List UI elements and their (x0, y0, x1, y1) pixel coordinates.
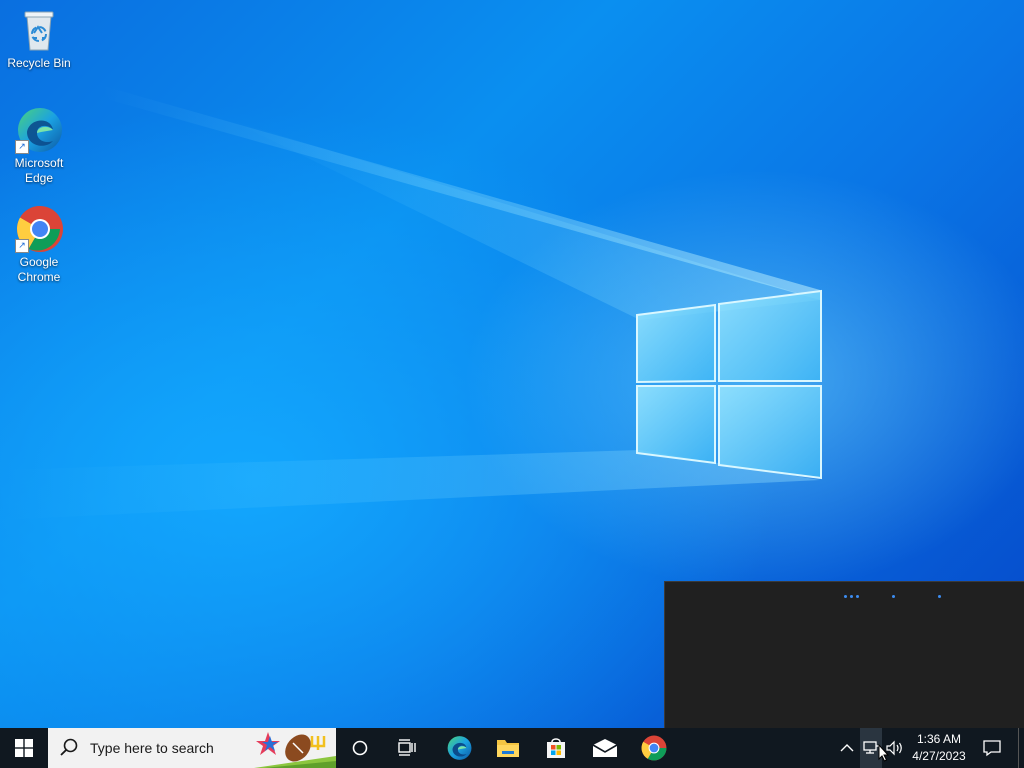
loading-dot (892, 595, 895, 598)
search-box[interactable]: Type here to search (48, 728, 336, 768)
chrome-icon: ↗ (15, 205, 63, 253)
circle-icon (352, 740, 368, 756)
desktop-icon-microsoft-edge[interactable]: ↗ Microsoft Edge (2, 106, 76, 186)
speaker-icon (886, 740, 902, 756)
show-hidden-icons-button[interactable] (836, 728, 858, 768)
shortcut-arrow-icon: ↗ (15, 140, 29, 154)
task-view-icon (398, 739, 416, 756)
recycle-bin-icon (15, 6, 63, 54)
edge-icon: ↗ (15, 106, 63, 154)
notification-flyout[interactable] (664, 581, 1024, 728)
loading-dot (938, 595, 941, 598)
search-placeholder: Type here to search (90, 740, 214, 756)
desktop-icon-label: Google Chrome (17, 255, 61, 284)
notification-icon (983, 740, 1001, 757)
clock-time: 1:36 AM (916, 732, 961, 746)
loading-dot (856, 595, 859, 598)
desktop[interactable]: Recycle Bin ↗ Microsoft Edge ↗ Google Ch… (0, 0, 1024, 728)
windows-logo-wallpaper (636, 289, 822, 480)
loading-dot (844, 595, 847, 598)
desktop-icon-label: Recycle Bin (7, 56, 71, 70)
folder-icon (497, 740, 519, 757)
chrome-icon (641, 735, 667, 761)
store-icon (547, 738, 565, 758)
clock-button[interactable]: 1:36 AM 4/27/2023 (908, 728, 970, 768)
cortana-button[interactable] (340, 728, 380, 768)
desktop-icon-label: Microsoft Edge (14, 156, 64, 185)
taskbar-file-explorer-button[interactable] (487, 728, 529, 768)
clock-date: 4/27/2023 (912, 749, 966, 763)
taskbar-chrome-button[interactable] (633, 728, 675, 768)
taskbar-edge-button[interactable] (438, 728, 480, 768)
search-icon (60, 738, 78, 756)
desktop-icon-recycle-bin[interactable]: Recycle Bin (2, 6, 76, 71)
mail-icon (592, 739, 618, 757)
loading-dot (850, 595, 853, 598)
chevron-up-icon (840, 744, 854, 752)
taskbar-store-button[interactable] (535, 728, 577, 768)
start-button[interactable] (0, 728, 48, 768)
task-view-button[interactable] (388, 728, 428, 768)
shortcut-arrow-icon: ↗ (15, 239, 29, 253)
windows-logo-icon (15, 739, 33, 757)
show-desktop-button[interactable] (1018, 728, 1024, 768)
action-center-button[interactable] (976, 728, 1008, 768)
taskbar-mail-button[interactable] (584, 728, 626, 768)
desktop-icon-google-chrome[interactable]: ↗ Google Chrome (2, 205, 76, 285)
volume-button[interactable] (884, 728, 906, 768)
taskbar: Type here to search 1:36 AM 4/27/2023 (0, 728, 1024, 768)
clock: 1:36 AM 4/27/2023 (912, 731, 965, 765)
search-highlight-illustration-icon (254, 732, 336, 768)
edge-icon (447, 736, 472, 760)
